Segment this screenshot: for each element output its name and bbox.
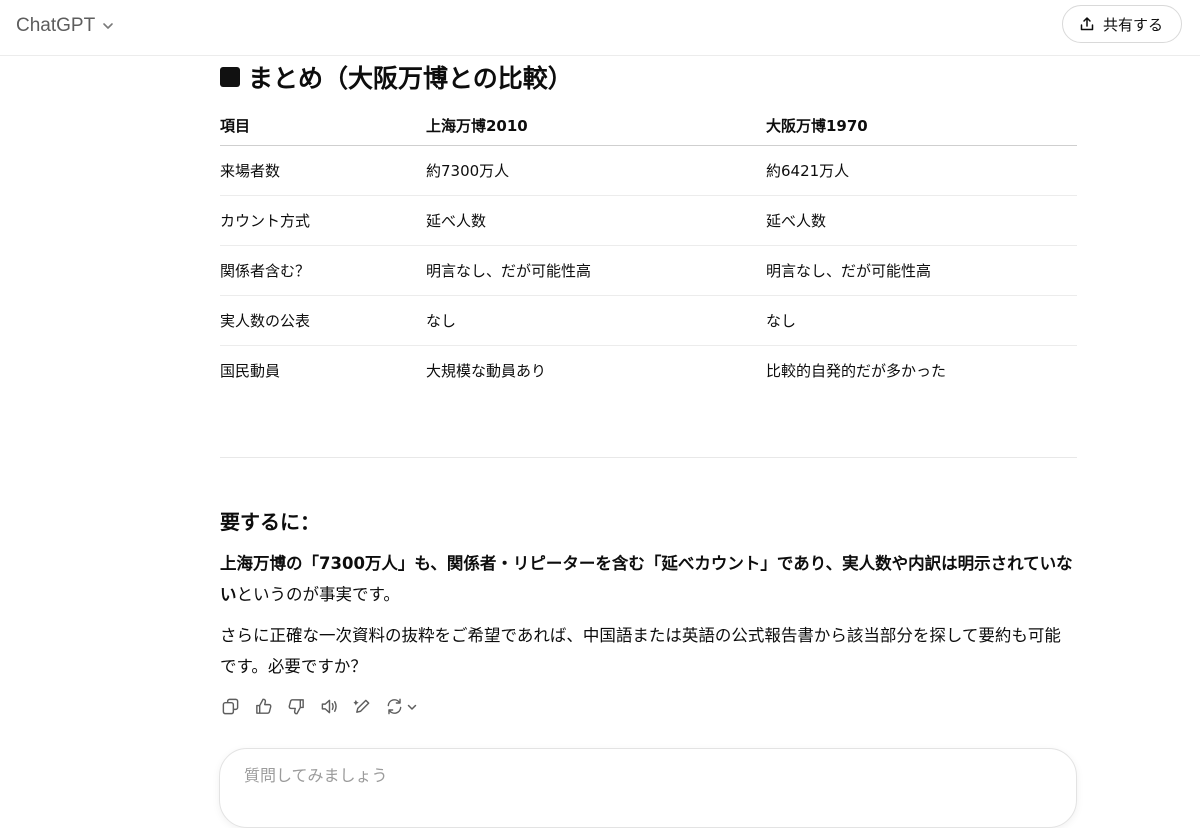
model-switcher[interactable]: ChatGPT (16, 12, 115, 40)
followup-paragraph: さらに正確な一次資料の抜粋をご希望であれば、中国語または英語の公式報告書から該当… (220, 626, 1061, 676)
comparison-table: 項目 上海万博2010 大阪万博1970 来場者数 約7300万人 約6421万… (220, 106, 1077, 395)
table-cell: 延べ人数 (426, 195, 766, 246)
table-row: 実人数の公表 なし なし (220, 295, 1077, 346)
copy-button[interactable] (220, 696, 241, 717)
bad-response-button[interactable] (286, 696, 307, 717)
read-aloud-icon (321, 699, 337, 714)
table-cell: 約6421万人 (766, 145, 1077, 196)
table-cell: 明言なし、だが可能性高 (766, 245, 1077, 296)
table-header: 上海万博2010 (426, 106, 766, 146)
summary-paragraph: 上海万博の「7300万人」も、関係者・リピーターを含む「延べカウント」であり、実… (220, 548, 1077, 610)
table-header: 項目 (220, 106, 426, 146)
thumbs-down-icon (288, 699, 304, 715)
table-row: 国民動員 大規模な動員あり 比較的自発的だが多かった (220, 346, 1077, 396)
table-cell: 国民動員 (220, 362, 281, 380)
regenerate-icon (387, 698, 402, 715)
model-name: ChatGPT (16, 15, 96, 36)
table-cell: 約7300万人 (426, 145, 766, 196)
share-icon (1080, 17, 1094, 31)
share-button[interactable]: 共有する (1061, 5, 1182, 43)
copy-icon (222, 698, 239, 715)
table-row: 来場者数 約7300万人 約6421万人 (220, 145, 1077, 196)
composer (219, 748, 1077, 828)
share-label: 共有する (1102, 15, 1163, 34)
divider (220, 457, 1077, 458)
read-aloud-button[interactable] (319, 696, 340, 717)
summary-heading: 要するに： (220, 510, 320, 534)
section-heading: まとめ（大阪万博との比較） (220, 59, 573, 95)
prompt-input[interactable] (242, 765, 946, 786)
table-cell: 実人数の公表 (220, 295, 426, 346)
table-cell: なし (766, 295, 1077, 346)
table-row: カウント方式 延べ人数 延べ人数 (220, 195, 1077, 246)
summary-rest-text: というのが事実です。 (236, 585, 400, 604)
regenerate-button[interactable] (385, 696, 418, 717)
good-response-button[interactable] (253, 696, 274, 717)
edit-canvas-icon (353, 699, 370, 713)
black-square-icon (220, 67, 240, 87)
table-cell: 関係者含む？ (220, 245, 426, 296)
message-actions (220, 696, 418, 717)
table-row: 関係者含む？ 明言なし、だが可能性高 明言なし、だが可能性高 (220, 245, 1077, 296)
chevron-down-icon (407, 704, 417, 710)
table-cell: カウント方式 (220, 195, 426, 246)
thumbs-up-icon (256, 698, 272, 714)
table-cell: 比較的自発的だが多かった (766, 362, 947, 380)
table-header-row: 項目 上海万博2010 大阪万博1970 (220, 106, 1077, 146)
table-cell: 大規模な動員あり (426, 362, 547, 380)
edit-in-canvas-button[interactable] (352, 696, 373, 717)
table-cell: 延べ人数 (766, 195, 1077, 246)
table-cell: なし (426, 295, 766, 346)
table-header: 大阪万博1970 (766, 106, 1077, 146)
chevron-down-icon (103, 23, 114, 29)
table-cell: 来場者数 (220, 145, 426, 196)
section-title: まとめ（大阪万博との比較） (248, 64, 573, 93)
table-cell: 明言なし、だが可能性高 (426, 245, 766, 296)
top-bar: ChatGPT 共有する (0, 0, 1200, 56)
